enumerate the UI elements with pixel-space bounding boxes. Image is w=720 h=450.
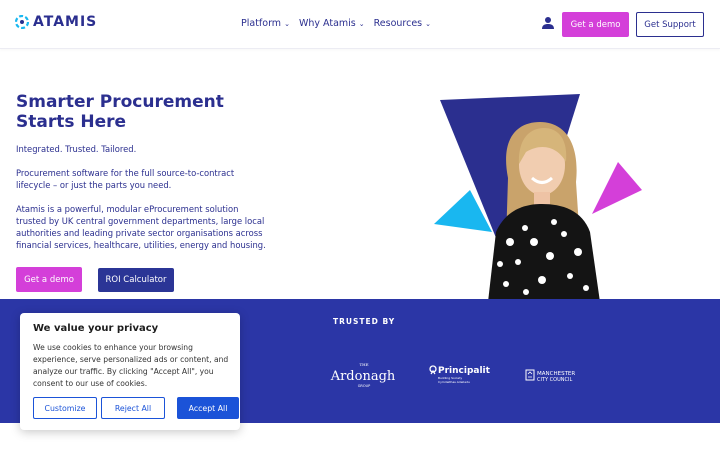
magenta-triangle-shape bbox=[592, 162, 642, 214]
customize-button[interactable]: Customize bbox=[33, 397, 97, 419]
hero-illustration bbox=[434, 94, 642, 302]
main-nav: Platform ⌄ Why Atamis ⌄ Resources ⌄ bbox=[241, 18, 431, 29]
ardonagh-sub: GROUP bbox=[358, 384, 371, 388]
principality-main: Principality bbox=[438, 366, 490, 376]
hero-description: Atamis is a powerful, modular eProcureme… bbox=[16, 204, 266, 250]
nav-platform-label: Platform bbox=[241, 18, 282, 29]
roi-calculator-button[interactable]: ROI Calculator bbox=[98, 268, 174, 292]
nav-why-atamis[interactable]: Why Atamis ⌄ bbox=[299, 18, 365, 29]
cookie-title: We value your privacy bbox=[33, 323, 159, 334]
user-icon[interactable] bbox=[541, 16, 555, 30]
logo-text: ATAMIS bbox=[33, 14, 98, 30]
ardonagh-top: THE bbox=[359, 362, 368, 367]
manchester-line2: CITY COUNCIL bbox=[537, 377, 572, 383]
principality-logo: Principality Building Society Cymdeithas… bbox=[429, 365, 490, 384]
hero-tagline: Integrated. Trusted. Tailored. bbox=[16, 144, 137, 154]
nav-resources-label: Resources bbox=[373, 18, 423, 29]
hero-title: Smarter Procurement Starts Here bbox=[16, 92, 224, 132]
nav-resources[interactable]: Resources ⌄ bbox=[374, 18, 431, 29]
reject-all-button[interactable]: Reject All bbox=[101, 397, 165, 419]
accept-all-button[interactable]: Accept All bbox=[177, 397, 239, 419]
header-get-demo-button[interactable]: Get a demo bbox=[562, 12, 629, 37]
hero-get-demo-button[interactable]: Get a demo bbox=[16, 267, 82, 292]
site-header: ATAMIS Platform ⌄ Why Atamis ⌄ Resources… bbox=[0, 0, 720, 49]
manchester-city-council-logo: MANCHESTER CITY COUNCIL bbox=[525, 369, 575, 383]
atamis-logo-icon bbox=[15, 15, 29, 29]
ardonagh-main: Ardonagh bbox=[330, 369, 396, 384]
ardonagh-group-logo: THE Ardonagh GROUP bbox=[330, 362, 396, 388]
principality-sub2: Cymdeithas Adeiladu bbox=[438, 380, 470, 384]
atamis-logo[interactable]: ATAMIS bbox=[15, 14, 97, 30]
get-support-button[interactable]: Get Support bbox=[636, 12, 704, 37]
cookie-consent-dialog: We value your privacy We use cookies to … bbox=[20, 313, 240, 430]
chevron-down-icon: ⌄ bbox=[425, 19, 432, 28]
chevron-down-icon: ⌄ bbox=[358, 19, 365, 28]
nav-platform[interactable]: Platform ⌄ bbox=[241, 18, 290, 29]
chevron-down-icon: ⌄ bbox=[284, 19, 290, 28]
trusted-by-title: TRUSTED BY bbox=[333, 317, 396, 326]
cookie-text: We use cookies to enhance your browsing … bbox=[33, 343, 229, 388]
nav-why-atamis-label: Why Atamis bbox=[298, 18, 356, 29]
hero-subtitle: Procurement software for the full source… bbox=[16, 168, 235, 190]
